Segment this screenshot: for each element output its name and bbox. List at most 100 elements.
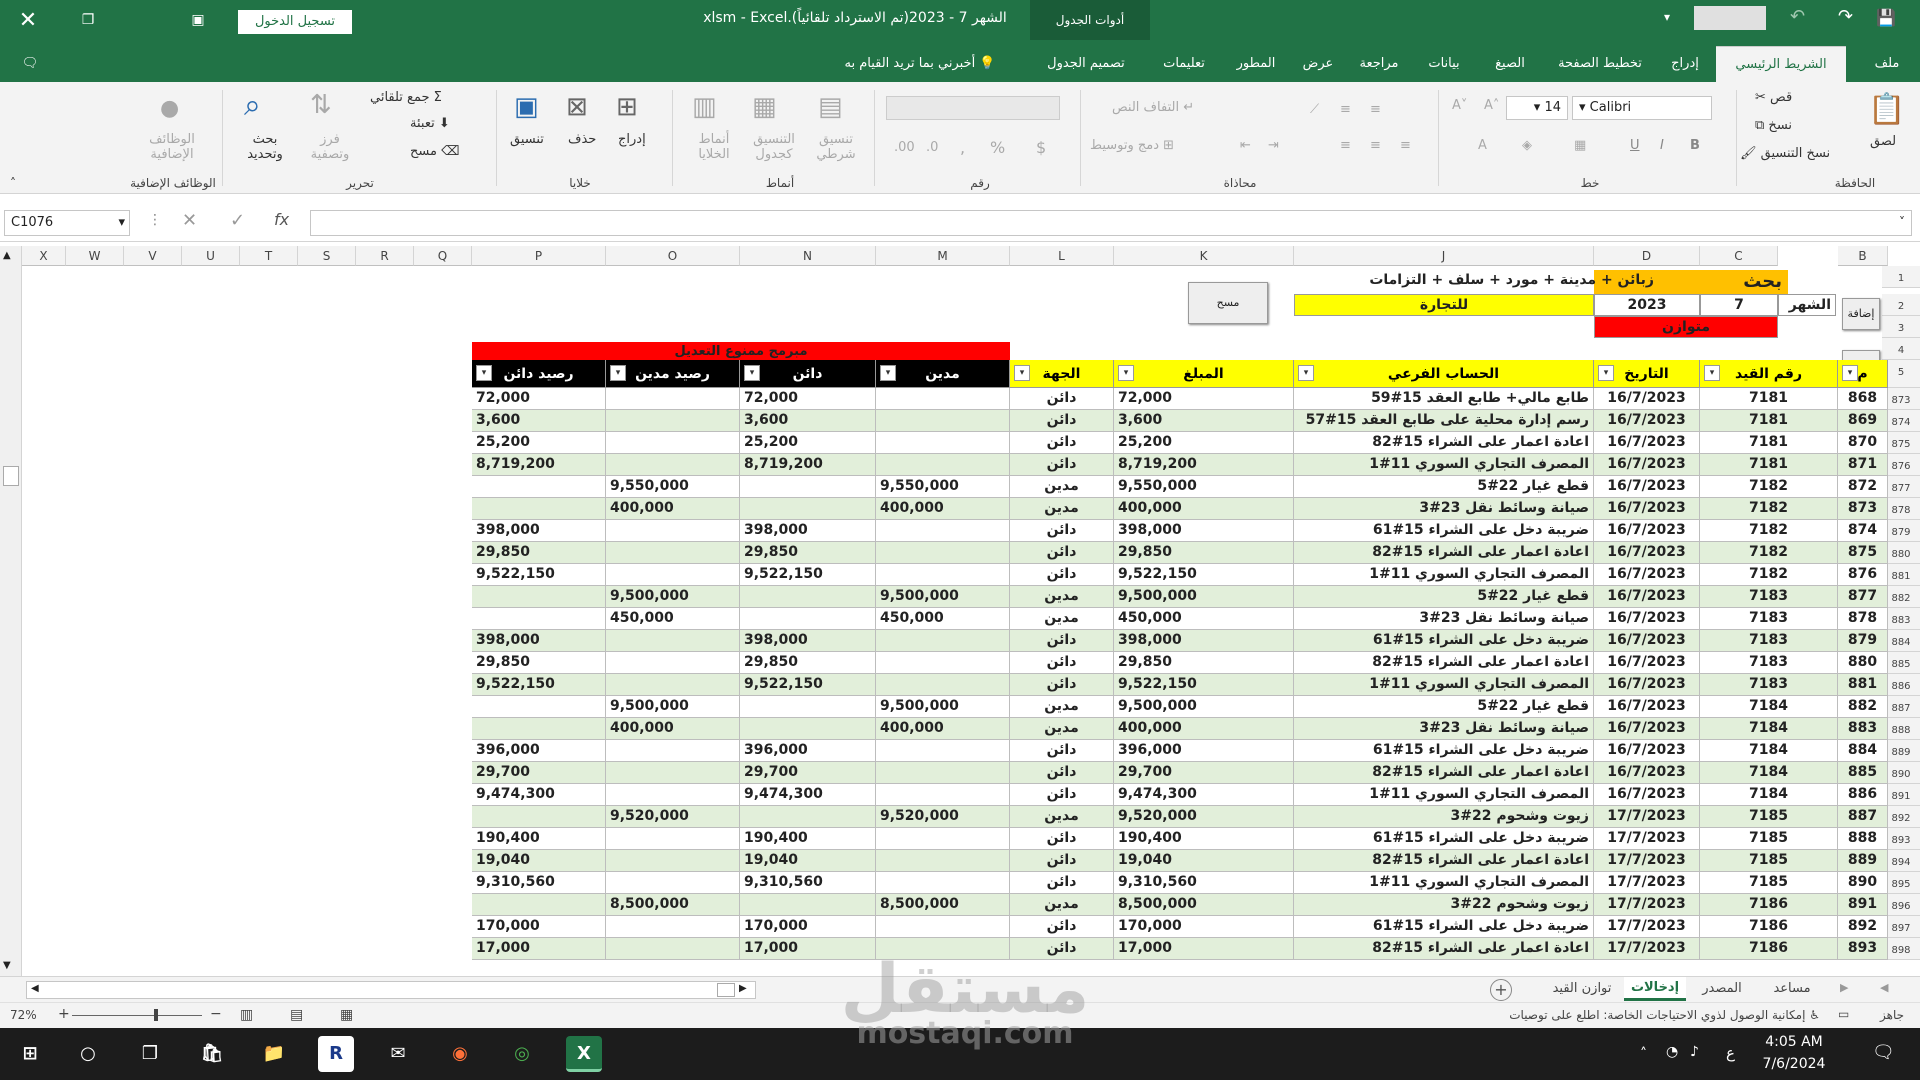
tab-table-design[interactable]: تصميم الجدول [1030, 46, 1142, 82]
cell-bd[interactable] [606, 542, 740, 564]
cell-m[interactable]: 870 [1838, 432, 1888, 454]
cell-d[interactable]: 16/7/2023 [1594, 608, 1700, 630]
zoom-out-icon[interactable]: − [210, 1006, 222, 1022]
column-header-j[interactable]: J [1294, 246, 1594, 266]
row-header[interactable]: 2 [1882, 294, 1920, 316]
page-break-view-icon[interactable]: ▥ [240, 1007, 253, 1023]
filter-dropdown-icon[interactable]: ▾ [1842, 365, 1858, 381]
cell-m[interactable]: 875 [1838, 542, 1888, 564]
cell-bc[interactable]: 9,522,150 [472, 674, 606, 696]
cell-bc[interactable]: 72,000 [472, 388, 606, 410]
cell-dr[interactable] [876, 850, 1010, 872]
search-icon[interactable]: ⌕ [244, 88, 261, 123]
cell-m[interactable]: 892 [1838, 916, 1888, 938]
page-layout-view-icon[interactable]: ▤ [290, 1007, 303, 1023]
cell-d[interactable]: 16/7/2023 [1594, 454, 1700, 476]
cell-m[interactable]: 893 [1838, 938, 1888, 960]
qat-dropdown[interactable] [1694, 6, 1766, 30]
file-explorer-icon[interactable]: 📁 [256, 1036, 292, 1072]
cell-d[interactable]: 16/7/2023 [1594, 498, 1700, 520]
cell-acc[interactable]: ضريبة دخل على الشراء 15#61 [1294, 828, 1594, 850]
cell-bd[interactable] [606, 454, 740, 476]
cell-amt[interactable]: 9,520,000 [1114, 806, 1294, 828]
tab-formulas[interactable]: الصيغ [1480, 46, 1540, 82]
wifi-icon[interactable]: ◔ [1666, 1044, 1678, 1060]
cell-side[interactable]: دائن [1010, 432, 1114, 454]
cell-dr[interactable] [876, 828, 1010, 850]
cell-cr[interactable] [740, 476, 876, 498]
cell-d[interactable]: 16/7/2023 [1594, 410, 1700, 432]
scroll-up-icon[interactable]: ▲ [3, 250, 11, 261]
volume-icon[interactable]: ♪ [1690, 1044, 1699, 1060]
cell-m[interactable]: 884 [1838, 740, 1888, 762]
cell-bd[interactable]: 9,500,000 [606, 586, 740, 608]
search-circle-icon[interactable]: ○ [70, 1036, 106, 1072]
cell-v[interactable]: 7184 [1700, 784, 1838, 806]
cell-amt[interactable]: 9,500,000 [1114, 696, 1294, 718]
cell-acc[interactable]: صيانة وسائط نقل 23#3 [1294, 608, 1594, 630]
cell-m[interactable]: 869 [1838, 410, 1888, 432]
cell-amt[interactable]: 9,522,150 [1114, 564, 1294, 586]
cell-amt[interactable]: 29,850 [1114, 542, 1294, 564]
cell-dr[interactable] [876, 630, 1010, 652]
cell-bd[interactable]: 9,550,000 [606, 476, 740, 498]
borders-icon[interactable]: ▦ [1574, 138, 1586, 153]
cell-acc[interactable]: ضريبة دخل على الشراء 15#61 [1294, 520, 1594, 542]
cell-bc[interactable]: 29,850 [472, 652, 606, 674]
cell-amt[interactable]: 72,000 [1114, 388, 1294, 410]
cell-side[interactable]: دائن [1010, 542, 1114, 564]
cell-d[interactable]: 16/7/2023 [1594, 718, 1700, 740]
conditional-format-button[interactable]: تنسيق شرطي [808, 132, 864, 162]
cell-bc[interactable]: 170,000 [472, 916, 606, 938]
undo-icon[interactable]: ↶ [1790, 6, 1805, 27]
cell-v[interactable]: 7183 [1700, 586, 1838, 608]
tell-me-box[interactable]: 💡 أخبرني بما تريد القيام به [820, 46, 1020, 82]
cell-m[interactable]: 883 [1838, 718, 1888, 740]
tab-developer[interactable]: المطور [1226, 46, 1286, 82]
cell-bc[interactable] [472, 806, 606, 828]
cell-acc[interactable]: طابع مالي+ طابع العقد 15#59 [1294, 388, 1594, 410]
cell-amt[interactable]: 17,000 [1114, 938, 1294, 960]
cell-cr[interactable]: 25,200 [740, 432, 876, 454]
cell-bd[interactable] [606, 916, 740, 938]
cell-acc[interactable]: ضريبة دخل على الشراء 15#61 [1294, 740, 1594, 762]
cell-v[interactable]: 7182 [1700, 542, 1838, 564]
cell-side[interactable]: مدين [1010, 586, 1114, 608]
cell-side[interactable]: دائن [1010, 410, 1114, 432]
cell-amt[interactable]: 19,040 [1114, 850, 1294, 872]
row-header[interactable]: 4 [1882, 338, 1920, 360]
scroll-left-icon[interactable]: ◀ [31, 983, 39, 994]
cell-v[interactable]: 7181 [1700, 388, 1838, 410]
cell-dr[interactable] [876, 652, 1010, 674]
insert-cells-icon[interactable]: ⊞ [616, 92, 638, 122]
indent-icon[interactable]: ⇥ [1268, 138, 1279, 153]
sheet-tab-balance[interactable]: توازن القيد [1544, 977, 1620, 1001]
format-cells-button[interactable]: تنسيق [510, 132, 544, 147]
cell-v[interactable]: 7183 [1700, 652, 1838, 674]
cell-d[interactable]: 17/7/2023 [1594, 850, 1700, 872]
scroll-thumb[interactable] [3, 466, 19, 486]
scroll-right-icon[interactable]: ▶ [739, 983, 747, 994]
filter-dropdown-icon[interactable]: ▾ [476, 365, 492, 381]
cell-cr[interactable] [740, 806, 876, 828]
cell-d[interactable]: 17/7/2023 [1594, 894, 1700, 916]
cell-acc[interactable]: المصرف التجاري السوري 11#1 [1294, 564, 1594, 586]
column-header-b[interactable]: B [1838, 246, 1888, 266]
cell-m[interactable]: 891 [1838, 894, 1888, 916]
cell-acc[interactable]: المصرف التجاري السوري 11#1 [1294, 872, 1594, 894]
underline-icon[interactable]: U [1630, 138, 1640, 153]
cell-d[interactable]: 16/7/2023 [1594, 476, 1700, 498]
cell-cr[interactable] [740, 498, 876, 520]
cell-v[interactable]: 7182 [1700, 498, 1838, 520]
cell-cr[interactable] [740, 608, 876, 630]
cell-v[interactable]: 7186 [1700, 916, 1838, 938]
cell-acc[interactable]: رسم إدارة محلية على طابع العقد 15#57 [1294, 410, 1594, 432]
cell-side[interactable]: مدين [1010, 476, 1114, 498]
cell-cr[interactable]: 29,700 [740, 762, 876, 784]
cell-v[interactable]: 7181 [1700, 454, 1838, 476]
font-size-select[interactable]: ▾ 14 [1506, 96, 1568, 120]
excel-icon[interactable]: X [566, 1036, 602, 1072]
cell-bd[interactable] [606, 872, 740, 894]
cell-bd[interactable] [606, 762, 740, 784]
sheet-tab-helper[interactable]: مساعد [1760, 977, 1824, 1001]
